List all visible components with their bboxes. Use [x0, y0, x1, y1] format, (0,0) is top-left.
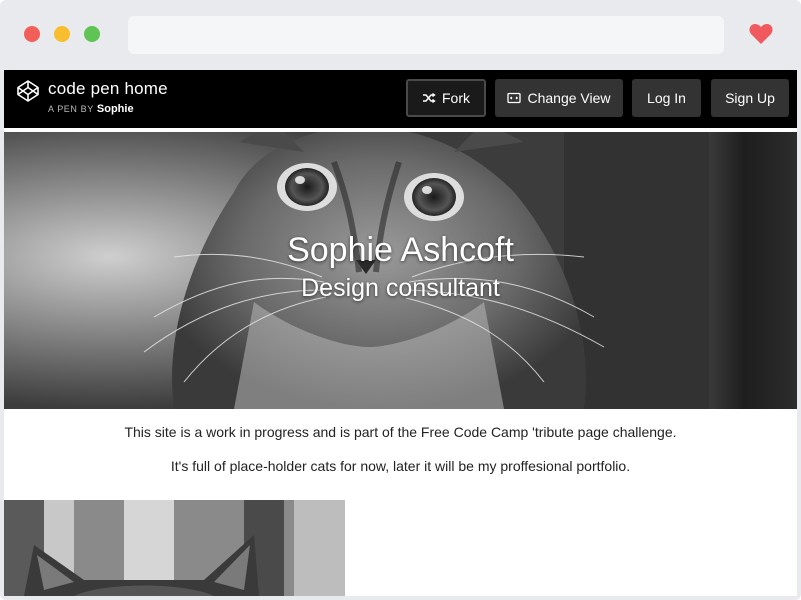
login-button[interactable]: Log In — [632, 79, 701, 117]
hero-banner: Sophie Ashcoft Design consultant — [4, 132, 797, 409]
kitten-gallery-photo — [4, 500, 345, 596]
shuffle-icon — [423, 92, 436, 104]
signup-button[interactable]: Sign Up — [711, 79, 789, 117]
change-view-button[interactable]: Change View — [495, 79, 623, 117]
codepen-home-link[interactable]: code pen home — [48, 79, 168, 99]
hero-role: Design consultant — [301, 274, 500, 302]
codepen-cube-icon[interactable] — [16, 79, 40, 103]
kitten-hero-photo — [4, 132, 709, 409]
page-viewport: code pen home A PEN BY Sophie Fork Chang… — [4, 70, 797, 596]
intro-paragraph: This site is a work in progress and is p… — [124, 424, 677, 440]
heart-icon[interactable] — [748, 22, 774, 46]
codepen-header: code pen home A PEN BY Sophie Fork Chang… — [4, 70, 797, 128]
hero-side-backdrop — [709, 132, 797, 409]
close-window-button[interactable] — [24, 26, 40, 42]
byline-prefix: A PEN BY — [48, 104, 94, 114]
pen-byline: A PEN BY Sophie — [48, 103, 134, 115]
browser-toolbar — [0, 0, 801, 70]
layout-icon — [507, 92, 522, 104]
change-view-label: Change View — [527, 90, 611, 106]
address-bar[interactable] — [128, 16, 724, 54]
fork-button[interactable]: Fork — [406, 79, 486, 117]
author-link[interactable]: Sophie — [97, 103, 134, 115]
browser-window: code pen home A PEN BY Sophie Fork Chang… — [0, 0, 801, 600]
intro-paragraph-portfolio: It's full of place-holder cats for now, … — [170, 458, 631, 474]
hero-name: Sophie Ashcoft — [287, 231, 514, 269]
fork-button-label: Fork — [442, 90, 470, 106]
maximize-window-button[interactable] — [84, 26, 100, 42]
minimize-window-button[interactable] — [54, 26, 70, 42]
